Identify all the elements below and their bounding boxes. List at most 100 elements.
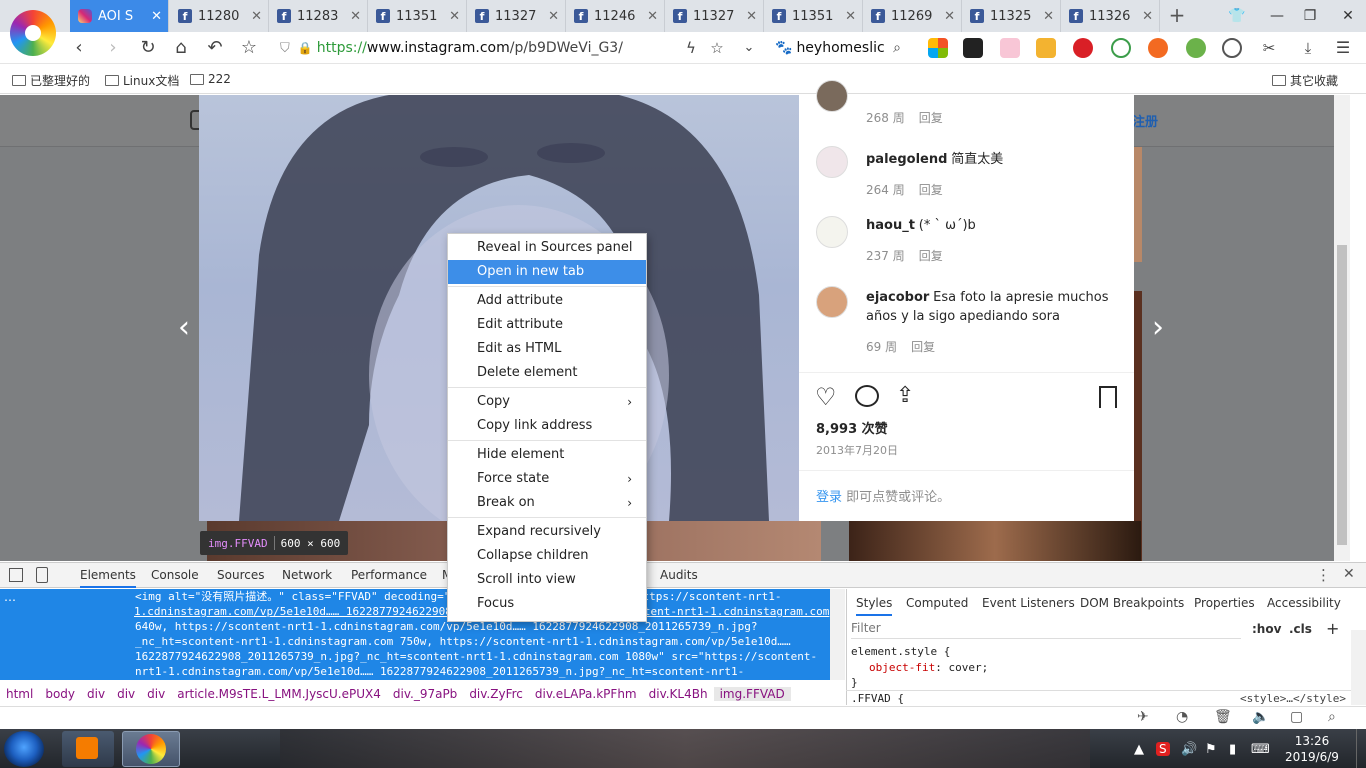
browser-logo-icon[interactable] [10,10,56,56]
download-icon[interactable]: ⤓ [1297,37,1319,59]
menu-item-delete-element[interactable]: Delete element [448,361,646,385]
close-icon[interactable]: ✕ [746,9,757,24]
menu-item-collapse-children[interactable]: Collapse children [448,544,646,568]
breadcrumb-item[interactable]: div.KL4Bh [643,687,714,701]
comment-user[interactable]: palegolend [866,152,947,167]
comment-user[interactable]: haou_t [866,218,915,233]
elements-scrollbar[interactable] [830,589,845,680]
breadcrumb-item[interactable]: div.eLAPa.kPFhm [529,687,643,701]
avatar[interactable] [816,80,848,112]
menu-item-scroll-into-view[interactable]: Scroll into view [448,568,646,592]
chevron-down-icon[interactable]: ⌄ [738,37,760,59]
login-link[interactable]: 登录 [816,490,842,505]
more-options-icon[interactable]: ⋮ [1316,566,1331,584]
rule-selector[interactable]: .FFVAD { [851,694,904,704]
devtools-tab-network[interactable]: Network [282,563,332,588]
styles-scrollbar[interactable] [1351,630,1366,705]
reply-button[interactable]: 回复 [919,111,943,125]
styles-tab-event-listeners[interactable]: Event Listeners [982,596,1075,610]
device-toolbar-icon[interactable] [36,567,48,583]
input-method-icon[interactable]: S [1156,742,1170,756]
bookmark-folder-2[interactable]: 222 [190,72,231,86]
show-desktop-button[interactable] [1356,729,1366,768]
scrollbar-thumb[interactable] [1337,245,1347,545]
system-clock[interactable]: 13:26 2019/6/9 [1276,731,1348,767]
tab-7[interactable]: f 11351 ✕ [764,0,863,32]
breadcrumb-item-current[interactable]: img.FFVAD [713,687,791,701]
tab-4[interactable]: f 11327 ✕ [467,0,566,32]
favorite-icon[interactable]: ☆ [706,37,728,59]
breadcrumb-item[interactable]: div._97aPb [387,687,463,701]
office-extension-icon[interactable] [928,38,948,58]
node-ellipsis-icon[interactable]: … [4,590,16,604]
speed-icon[interactable]: ◔ [1176,709,1188,725]
infinity-extension-icon[interactable] [1148,38,1168,58]
comment-user[interactable]: ejacobor [866,290,929,305]
tab-3[interactable]: f 11351 ✕ [368,0,467,32]
styles-tab-computed[interactable]: Computed [906,596,968,610]
menu-item-reveal-sources[interactable]: Reveal in Sources panel [448,236,646,260]
devtools-tab-audits[interactable]: Audits [660,563,698,588]
reply-button[interactable]: 回复 [911,340,935,354]
tab-9[interactable]: f 11325 ✕ [962,0,1061,32]
close-icon[interactable]: ✕ [350,9,361,24]
tab-5[interactable]: f 11246 ✕ [566,0,665,32]
css-property[interactable]: object-fit [869,661,935,674]
close-devtools-icon[interactable]: ✕ [1343,566,1355,582]
restore-icon[interactable]: ❐ [1298,6,1322,26]
rule-source[interactable]: <style>…</style> [1240,694,1346,704]
volume-icon[interactable]: 🔈 [1252,709,1269,725]
devtools-tab-performance[interactable]: Performance [351,563,427,588]
tab-10[interactable]: f 11326 ✕ [1061,0,1160,32]
dog-extension-icon[interactable] [1036,38,1056,58]
breadcrumb-item[interactable]: html [0,687,39,701]
scissors-icon[interactable]: ✂ [1258,37,1280,59]
bookmark-star-icon[interactable]: ☆ [238,37,260,59]
home-icon[interactable]: ⌂ [170,37,192,59]
other-bookmarks[interactable]: 其它收藏 [1272,72,1338,89]
menu-item-copy[interactable]: Copy › [448,390,646,414]
avatar[interactable] [816,146,848,178]
avatar[interactable] [816,216,848,248]
menu-item-hide-element[interactable]: Hide element [448,443,646,467]
new-extension-icon[interactable] [1073,38,1093,58]
tab-0[interactable]: AOI S ✕ [70,0,169,32]
menu-item-copy-link[interactable]: Copy link address [448,414,646,438]
tray-expand-icon[interactable]: ▲ [1134,742,1144,757]
zoom-icon[interactable]: ⌕ [1328,709,1336,725]
lightning-icon[interactable]: ϟ [680,37,702,59]
breadcrumb-item[interactable]: article.M9sTE.L_LMM.JyscU.ePUX4 [171,687,387,701]
likes-count[interactable]: 8,993 次赞 [816,418,888,437]
back-icon[interactable]: ‹ [68,37,90,59]
close-icon[interactable]: ✕ [944,9,955,24]
hov-toggle[interactable]: :hov [1252,622,1281,636]
add-rule-icon[interactable]: + [1326,619,1339,638]
menu-item-break-on[interactable]: Break on › [448,491,646,515]
avatar[interactable] [816,286,848,318]
bookmark-folder-1[interactable]: Linux文档 [105,72,179,89]
start-button-icon[interactable] [4,731,44,767]
bilibili-extension-icon[interactable] [1000,38,1020,58]
tab-6[interactable]: f 11327 ✕ [665,0,764,32]
close-icon[interactable]: ✕ [1142,9,1153,24]
heart-icon[interactable]: ♡ [815,383,837,411]
translate-extension-icon[interactable] [1186,38,1206,58]
close-icon[interactable]: ✕ [647,9,658,24]
new-tab-icon[interactable]: + [1166,4,1188,26]
minimize-icon[interactable]: — [1265,6,1289,26]
breadcrumb-item[interactable]: div.ZyFrc [463,687,529,701]
styles-tab-accessibility[interactable]: Accessibility [1267,596,1341,610]
rule-selector[interactable]: element.style { [851,645,950,658]
bookmark-icon[interactable] [1099,386,1117,408]
play-extension-icon[interactable] [1111,38,1131,58]
trash-icon[interactable]: 🗑 [1214,709,1232,725]
menu-item-expand-recursively[interactable]: Expand recursively [448,520,646,544]
selected-dom-node[interactable]: <img alt="没有照片描述。" class="FFVAD" decodin… [0,589,830,680]
network-warning-icon[interactable]: ⚑ [1205,742,1217,757]
breadcrumb-item[interactable]: body [39,687,81,701]
undo-icon[interactable]: ↶ [204,37,226,59]
devtools-tab-console[interactable]: Console [151,563,199,588]
speaker-icon[interactable]: 🔊 [1181,742,1197,757]
previous-post-icon[interactable]: ‹ [178,310,190,345]
close-icon[interactable]: ✕ [151,9,162,24]
